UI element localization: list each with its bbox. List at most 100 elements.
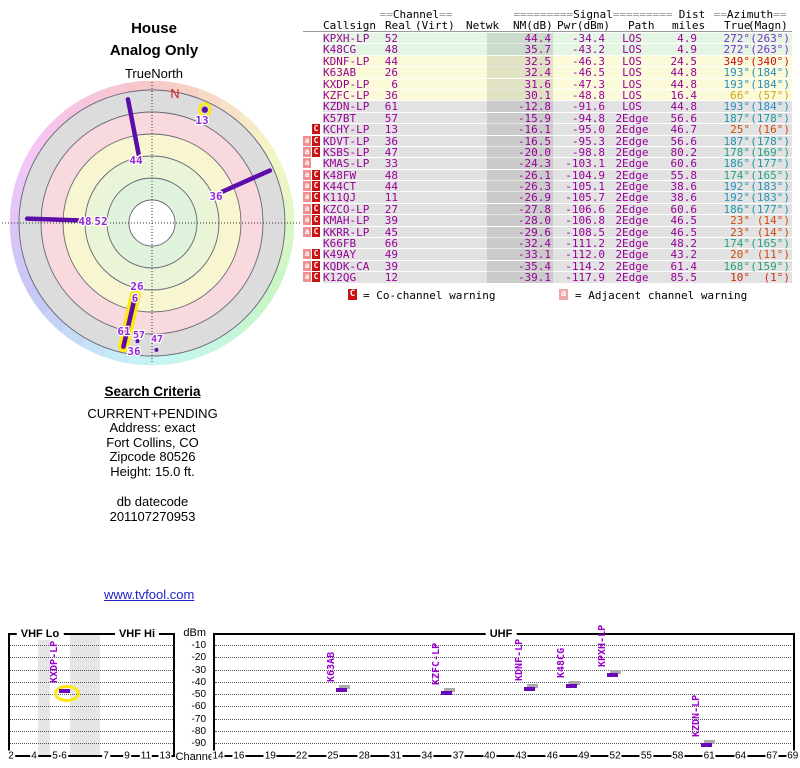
cell-network — [442, 124, 487, 135]
db-datecode-label: db datecode — [116, 494, 189, 509]
cell-callsign: KSBS-LP — [323, 145, 370, 159]
cell-virtual-channel — [398, 90, 442, 101]
cell-virtual-channel — [398, 181, 442, 192]
channel-tick-label: 7 — [102, 750, 110, 762]
adjacent-warning-flag: a — [303, 203, 311, 214]
cell-path: LOS — [622, 32, 642, 45]
channel-tick-label: 2 — [7, 750, 15, 762]
warning-flags: aC — [303, 260, 323, 272]
cell-virtual-channel — [398, 113, 442, 124]
channel-tick-label: 9 — [123, 750, 131, 762]
cell-azimuth-magnetic: (178°) — [750, 134, 790, 148]
cell-miles: 16.4 — [670, 88, 698, 102]
cell-real-channel: 52 — [384, 32, 398, 45]
table-row: a C KMAH-LP 39 -28.0 -106.8 2Edge 46.5 23° (14°) — [303, 214, 792, 228]
cell-azimuth-magnetic: (177°) — [750, 202, 790, 216]
cell-nm-db: 31.6 — [487, 78, 553, 90]
cell-network — [442, 101, 487, 112]
radar-channel-label: 48 — [78, 215, 91, 228]
channel-tick-label: 52 — [608, 750, 622, 762]
warning-flags: aC — [303, 249, 323, 260]
cell-network — [442, 204, 487, 215]
cell-azimuth-magnetic: (183°) — [750, 180, 790, 194]
radar-channel-label: 13 — [195, 114, 208, 127]
co-channel-warning-flag: C — [312, 124, 320, 135]
cell-azimuth-magnetic: (184°) — [750, 77, 790, 91]
cell-azimuth-true: 193° — [723, 77, 751, 91]
cell-nm-db: -16.5 — [487, 135, 553, 147]
warning-flags: aC — [303, 101, 323, 112]
adjacent-warning-flag: a — [303, 169, 311, 180]
cell-power-dbm: -34.4 — [571, 32, 605, 45]
cell-network — [442, 238, 487, 249]
uhf-band-label: UHF — [485, 628, 517, 640]
cell-path: 2Edge — [615, 168, 649, 182]
table-rows: aCKPXH-LP5244.4-34.4LOS4.9272°(263°)aCK4… — [303, 33, 792, 284]
cell-azimuth-true: 174° — [723, 168, 751, 182]
adjacent-warning-flag: a — [303, 272, 311, 283]
dbm-tick-label: -70 — [191, 713, 206, 725]
co-channel-warning-flag: C — [312, 169, 320, 180]
station-bar-label: KXDP-LP — [49, 640, 60, 683]
cell-power-dbm: -103.1 — [565, 157, 605, 171]
channel-tick-label: 16 — [232, 750, 246, 762]
cell-nm-db: 35.7 — [487, 44, 553, 56]
station-bar — [700, 742, 712, 747]
channel-tick-label: 43 — [514, 750, 528, 762]
dbm-tick-label: -10 — [191, 640, 206, 651]
cell-azimuth-true: 186° — [723, 202, 751, 216]
tvfool-link[interactable]: www.tvfool.com — [104, 587, 194, 602]
radar-channel-label: 44 — [129, 154, 143, 167]
cell-real-channel: 26 — [384, 66, 398, 80]
cell-virtual-channel — [398, 261, 442, 272]
cell-miles: 44.8 — [670, 100, 698, 114]
channel-tick-label: 49 — [577, 750, 591, 762]
warning-flags: aC — [303, 124, 323, 135]
cell-power-dbm: -105.7 — [565, 191, 605, 205]
channel-axis-label: Channel — [175, 751, 217, 763]
cell-real-channel: 36 — [384, 134, 398, 148]
co-channel-warning-flag: C — [312, 135, 320, 146]
cell-path: LOS — [622, 66, 642, 80]
cell-callsign: KMAH-LP — [323, 214, 370, 228]
cell-nm-db: -26.3 — [487, 181, 553, 193]
cell-azimuth-magnetic: (16°) — [756, 123, 790, 137]
adjacent-warning-flag: a — [303, 192, 311, 203]
channel-tick-label: 37 — [451, 750, 465, 762]
cell-real-channel: 47 — [384, 145, 398, 159]
channel-tick-label: 31 — [389, 750, 403, 762]
cell-network — [442, 147, 487, 158]
cell-miles: 4.9 — [677, 43, 697, 57]
cell-nm-db: -33.1 — [487, 249, 553, 261]
cell-network — [442, 79, 487, 90]
cell-callsign: KDVT-LP — [323, 134, 370, 148]
criteria-line: CURRENT+PENDING — [87, 405, 218, 421]
cell-virtual-channel — [398, 79, 442, 90]
cell-path: 2Edge — [615, 225, 649, 239]
warning-flags: aC — [303, 67, 323, 78]
cell-miles: 44.8 — [670, 66, 698, 80]
channel-tick-label: 58 — [671, 750, 685, 762]
cell-power-dbm: -117.9 — [565, 271, 605, 285]
cell-power-dbm: -106.8 — [565, 214, 605, 228]
cell-network — [442, 33, 487, 44]
cell-virtual-channel — [398, 192, 442, 203]
cell-real-channel: 13 — [384, 123, 398, 137]
cell-azimuth-magnetic: (14°) — [756, 214, 790, 228]
cell-azimuth-true: 23° — [730, 214, 750, 228]
cell-path: 2Edge — [615, 191, 649, 205]
cell-azimuth-true: 349° — [723, 54, 751, 68]
cell-azimuth-magnetic: (159°) — [750, 259, 790, 273]
cell-miles: 55.8 — [670, 168, 698, 182]
cell-callsign: KZFC-LP — [323, 88, 370, 102]
signal-strength-chart: VHF Lo VHF Hi UHF dBm -10 -20 -30 -40 -50 -60 -70-… — [0, 615, 800, 768]
cell-miles: 61.4 — [670, 259, 698, 273]
cell-callsign: KPXH-LP — [323, 32, 370, 45]
warning-flags: aC — [303, 215, 323, 226]
adjacent-warning-flag: a — [303, 249, 311, 260]
cell-nm-db: -15.9 — [487, 112, 553, 124]
cell-azimuth-magnetic: (263°) — [750, 43, 790, 57]
cell-path: 2Edge — [615, 202, 649, 216]
warning-flags: aC — [303, 158, 323, 169]
cell-path: 2Edge — [615, 237, 649, 251]
